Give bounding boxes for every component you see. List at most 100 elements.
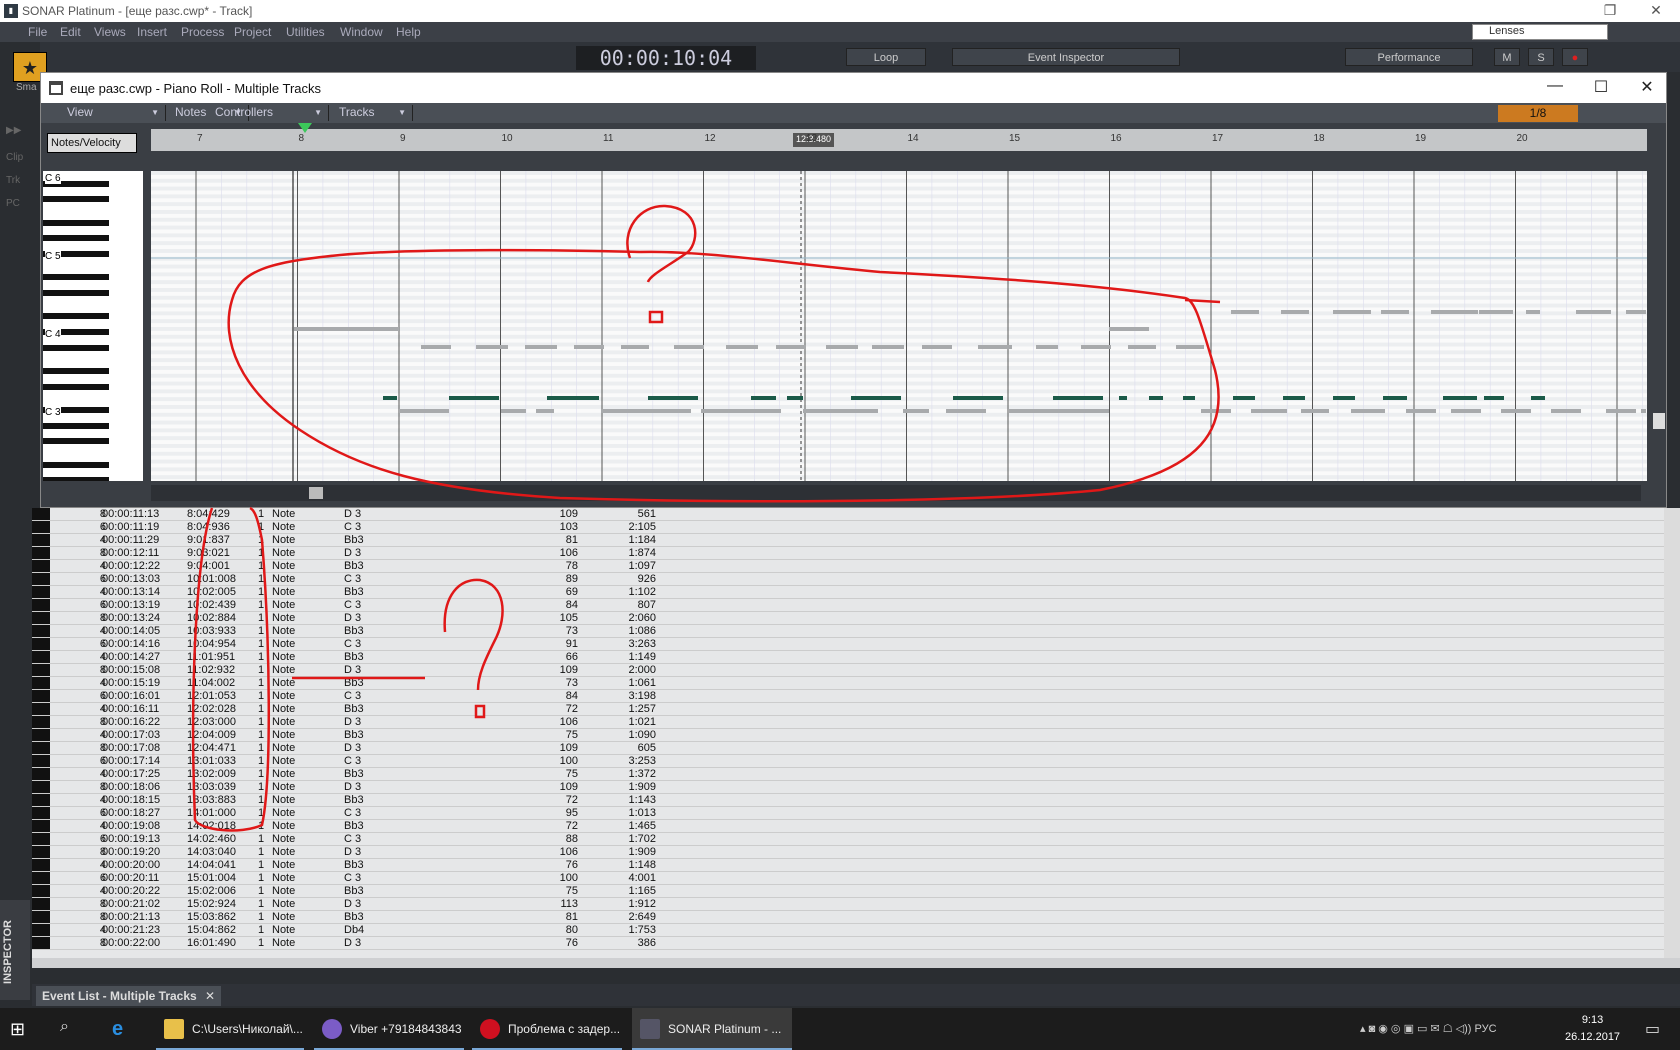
black-key[interactable]	[43, 368, 109, 374]
mute-button[interactable]: M	[1494, 48, 1520, 66]
table-row[interactable]: 6 00:00:16:01 12:01:053 1 Note C 3 84 3:198	[32, 690, 1664, 703]
black-key[interactable]	[43, 313, 109, 320]
note-event[interactable]	[1176, 345, 1204, 349]
table-row[interactable]: 8 00:00:17:08 12:04:471 1 Note D 3 109 605	[32, 742, 1664, 755]
table-row[interactable]: 8 00:00:19:20 14:03:040 1 Note D 3 106 1:909	[32, 846, 1664, 859]
row-selector[interactable]	[32, 612, 50, 624]
row-selector[interactable]	[32, 807, 50, 819]
table-row[interactable]: 4 00:00:14:27 11:01:951 1 Note Bb3 66 1:149	[32, 651, 1664, 664]
menu-file[interactable]: File	[28, 25, 47, 39]
row-selector[interactable]	[32, 768, 50, 780]
note-event[interactable]	[1606, 409, 1636, 413]
note-event[interactable]	[776, 345, 806, 349]
table-row[interactable]: 6 00:00:14:16 10:04:954 1 Note C 3 91 3:263	[32, 638, 1664, 651]
table-row[interactable]: 4 00:00:21:23 15:04:862 1 Note Db4 80 1:753	[32, 924, 1664, 937]
notification-icon[interactable]: ▭	[1645, 1019, 1660, 1039]
row-selector[interactable]	[32, 534, 50, 546]
table-row[interactable]: 4 00:00:20:22 15:02:006 1 Note Bb3 75 1:165	[32, 885, 1664, 898]
row-selector[interactable]	[32, 625, 50, 637]
note-event[interactable]	[1526, 310, 1540, 314]
table-row[interactable]: 6 00:00:20:11 15:01:004 1 Note C 3 100 4:001	[32, 872, 1664, 885]
table-row[interactable]: 8 00:00:12:11 9:03:021 1 Note D 3 106 1:874	[32, 547, 1664, 560]
el-horizontal-scrollbar[interactable]	[32, 958, 1680, 968]
row-selector[interactable]	[32, 859, 50, 871]
row-selector[interactable]	[32, 664, 50, 676]
note-event[interactable]	[1501, 409, 1531, 413]
note-event[interactable]	[1281, 310, 1309, 314]
row-selector[interactable]	[32, 573, 50, 585]
row-selector[interactable]	[32, 755, 50, 767]
note-event[interactable]	[536, 409, 554, 413]
note-event-selected[interactable]	[751, 396, 776, 400]
pr-horizontal-scrollbar[interactable]	[151, 485, 1641, 501]
note-event[interactable]	[1081, 345, 1111, 349]
table-row[interactable]: 4 00:00:18:15 13:03:883 1 Note Bb3 72 1:143	[32, 794, 1664, 807]
note-grid-canvas[interactable]	[151, 171, 1647, 481]
note-event[interactable]	[1551, 409, 1581, 413]
table-row[interactable]: 8 00:00:13:24 10:02:884 1 Note D 3 105 2:060	[32, 612, 1664, 625]
pr-menu-tracks[interactable]: Tracks ▼	[333, 105, 413, 121]
note-event-selected[interactable]	[449, 396, 499, 400]
row-selector[interactable]	[32, 846, 50, 858]
note-event[interactable]	[1453, 310, 1478, 314]
note-event-selected[interactable]	[1333, 396, 1355, 400]
note-event[interactable]	[1109, 327, 1149, 331]
note-event[interactable]	[903, 409, 929, 413]
note-event[interactable]	[421, 345, 451, 349]
note-event[interactable]	[1626, 310, 1646, 314]
table-row[interactable]: 6 00:00:13:19 10:02:439 1 Note C 3 84 807	[32, 599, 1664, 612]
black-key[interactable]	[43, 461, 109, 468]
note-event[interactable]	[501, 409, 526, 413]
playhead-marker-icon[interactable]	[298, 123, 312, 133]
row-selector[interactable]	[32, 742, 50, 754]
row-selector[interactable]	[32, 586, 50, 598]
scroll-thumb[interactable]	[309, 487, 323, 499]
table-row[interactable]: 4 00:00:17:03 12:04:009 1 Note Bb3 75 1:090	[32, 729, 1664, 742]
black-key[interactable]	[43, 422, 109, 429]
pr-menu-view[interactable]: View ▼	[61, 105, 166, 121]
note-event[interactable]	[674, 345, 704, 349]
table-row[interactable]: 4 00:00:15:19 11:04:002 1 Note Bb3 73 1:061	[32, 677, 1664, 690]
edge-icon[interactable]: e	[112, 1018, 123, 1041]
taskbar-explorer[interactable]: C:\Users\Николай\...	[156, 1008, 304, 1050]
note-event[interactable]	[476, 345, 508, 349]
row-selector[interactable]	[32, 885, 50, 897]
note-event-selected[interactable]	[1283, 396, 1305, 400]
note-event[interactable]	[726, 345, 758, 349]
snap-value[interactable]: 1/8	[1498, 105, 1578, 122]
note-event-selected[interactable]	[1531, 396, 1545, 400]
note-event[interactable]	[1009, 409, 1109, 413]
note-event[interactable]	[1351, 409, 1385, 413]
note-event[interactable]	[1381, 310, 1409, 314]
row-selector[interactable]	[32, 911, 50, 923]
clip-label[interactable]: Clip	[6, 152, 23, 163]
event-inspector-module[interactable]: Event Inspector	[952, 48, 1180, 66]
lenses-dropdown[interactable]: Lenses	[1472, 24, 1608, 40]
tab-event-list[interactable]: Event List - Multiple Tracks ✕	[36, 986, 221, 1006]
table-row[interactable]: 4 00:00:13:14 10:02:005 1 Note Bb3 69 1:102	[32, 586, 1664, 599]
note-event[interactable]	[1641, 409, 1646, 413]
table-row[interactable]: 4 00:00:14:05 10:03:933 1 Note Bb3 73 1:086	[32, 625, 1664, 638]
row-selector[interactable]	[32, 898, 50, 910]
taskbar-sonar[interactable]: SONAR Platinum - ...	[632, 1008, 792, 1050]
maximize-icon[interactable]: ☐	[1581, 77, 1621, 97]
note-event-selected[interactable]	[851, 396, 901, 400]
scroll-thumb[interactable]	[1653, 413, 1665, 429]
note-event[interactable]	[1479, 310, 1513, 314]
row-selector[interactable]	[32, 937, 50, 949]
menu-window[interactable]: Window	[340, 25, 383, 39]
table-row[interactable]: 4 00:00:19:08 14:02:018 1 Note Bb3 72 1:465	[32, 820, 1664, 833]
menu-process[interactable]: Process	[181, 25, 224, 39]
table-row[interactable]: 6 00:00:17:14 13:01:033 1 Note C 3 100 3:253	[32, 755, 1664, 768]
black-key[interactable]	[43, 274, 109, 281]
search-icon[interactable]: ⌕	[60, 1018, 80, 1038]
note-event[interactable]	[1128, 345, 1156, 349]
note-event[interactable]	[525, 345, 557, 349]
table-row[interactable]: 8 00:00:11:13 8:04:429 1 Note D 3 109 561	[32, 508, 1664, 521]
note-event[interactable]	[621, 345, 649, 349]
performance-module[interactable]: Performance	[1345, 48, 1473, 66]
clock[interactable]: 9:13 26.12.2017	[1565, 1012, 1620, 1046]
table-row[interactable]: 6 00:00:19:13 14:02:460 1 Note C 3 88 1:702	[32, 833, 1664, 846]
row-selector[interactable]	[32, 872, 50, 884]
row-selector[interactable]	[32, 716, 50, 728]
